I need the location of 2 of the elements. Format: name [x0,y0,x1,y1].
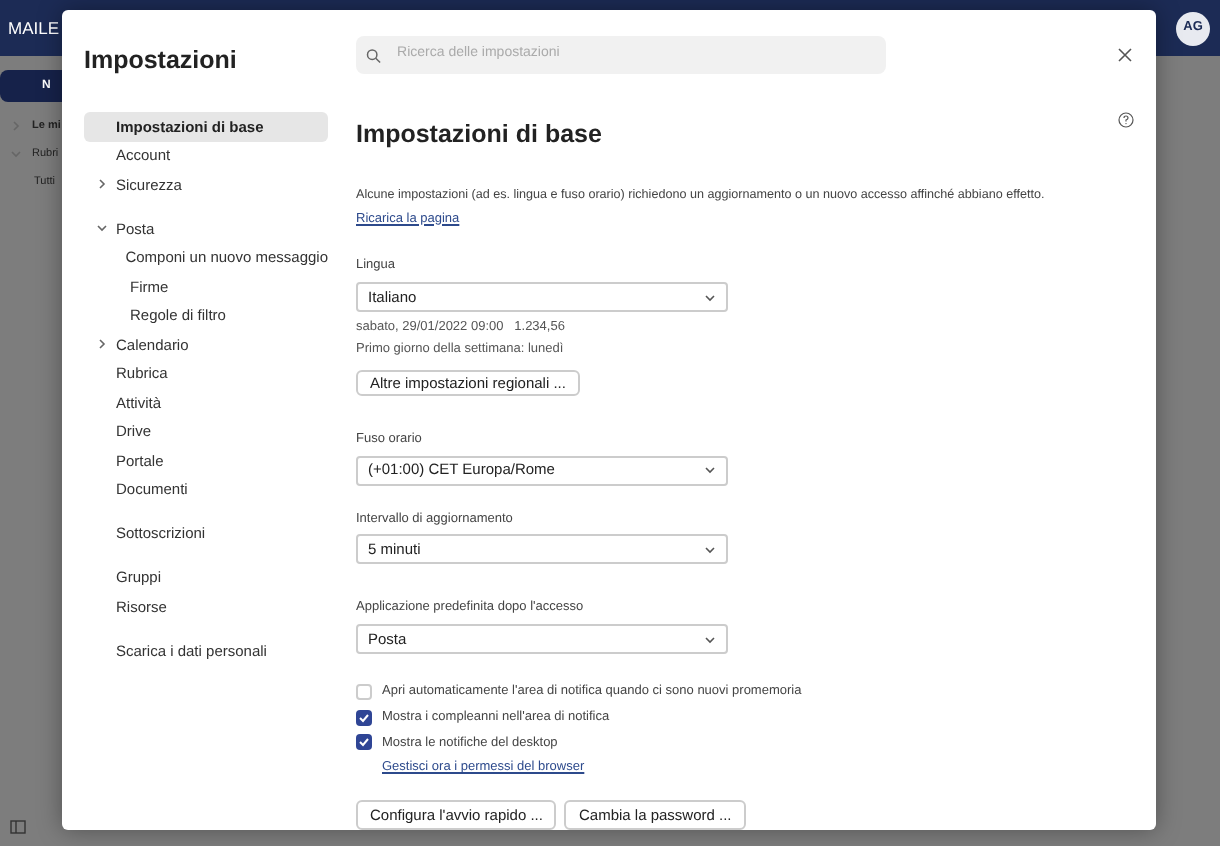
section-heading: Impostazioni di base [356,118,602,153]
app-logo: MAILE [8,15,60,41]
